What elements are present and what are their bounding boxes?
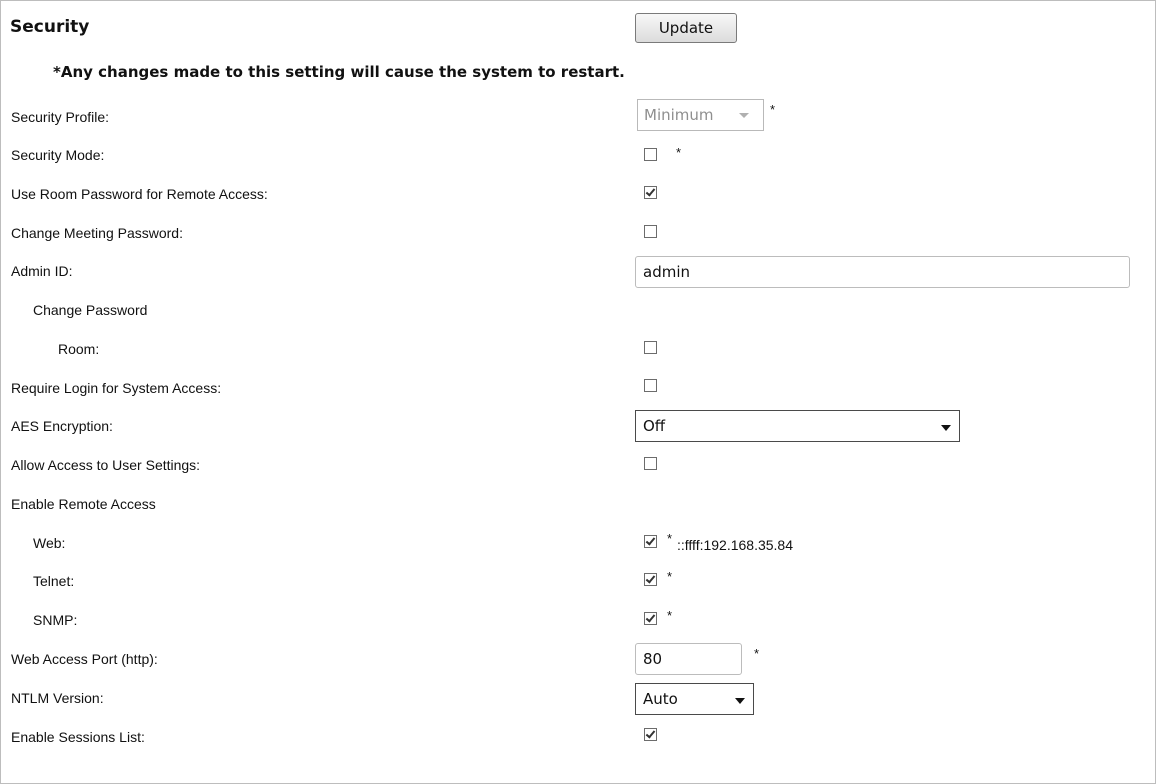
security-panel: Security Update *Any changes made to thi… [0, 0, 1156, 784]
aes-encryption-value: Off [643, 417, 666, 435]
required-marker: * [676, 145, 682, 160]
require-login-checkbox[interactable] [644, 379, 657, 392]
ntlm-version-value: Auto [643, 690, 678, 708]
enable-remote-access-heading: Enable Remote Access [11, 496, 156, 512]
telnet-access-checkbox[interactable] [644, 573, 657, 586]
required-marker: * [754, 646, 760, 661]
change-password-heading: Change Password [33, 302, 148, 318]
room-password-checkbox[interactable] [644, 341, 657, 354]
chevron-down-icon [739, 113, 749, 118]
allow-user-settings-checkbox[interactable] [644, 457, 657, 470]
telnet-label: Telnet: [33, 573, 75, 589]
room-label: Room: [58, 341, 100, 357]
aes-encryption-select[interactable]: Off [635, 410, 960, 442]
web-ip-address: ::ffff:192.168.35.84 [677, 537, 793, 553]
web-label: Web: [33, 535, 66, 551]
admin-id-input[interactable]: admin [635, 256, 1130, 288]
ntlm-version-label: NTLM Version: [11, 690, 104, 706]
security-mode-checkbox[interactable] [644, 148, 657, 161]
restart-notice: *Any changes made to this setting will c… [53, 63, 625, 81]
chevron-down-icon [941, 425, 951, 431]
chevron-down-icon [735, 698, 745, 704]
room-password-remote-checkbox[interactable] [644, 186, 657, 199]
security-profile-value: Minimum [644, 106, 714, 124]
required-marker: * [667, 608, 673, 623]
web-access-checkbox[interactable] [644, 535, 657, 548]
require-login-label: Require Login for System Access: [11, 380, 222, 396]
required-marker: * [770, 102, 776, 117]
security-mode-label: Security Mode: [11, 147, 105, 163]
enable-sessions-list-checkbox[interactable] [644, 728, 657, 741]
enable-sessions-list-label: Enable Sessions List: [11, 729, 145, 745]
page-title: Security [10, 17, 90, 37]
web-access-port-input[interactable]: 80 [635, 643, 742, 675]
admin-id-label: Admin ID: [11, 263, 73, 279]
room-password-remote-label: Use Room Password for Remote Access: [11, 186, 268, 202]
allow-user-settings-label: Allow Access to User Settings: [11, 457, 201, 473]
ntlm-version-select[interactable]: Auto [635, 683, 754, 715]
snmp-access-checkbox[interactable] [644, 612, 657, 625]
web-access-port-label: Web Access Port (http): [11, 651, 158, 667]
change-meeting-password-checkbox[interactable] [644, 225, 657, 238]
security-profile-label: Security Profile: [11, 109, 110, 125]
required-marker: * [667, 569, 673, 584]
aes-encryption-label: AES Encryption: [11, 418, 113, 434]
change-meeting-password-label: Change Meeting Password: [11, 225, 183, 241]
update-button[interactable]: Update [635, 13, 737, 43]
snmp-label: SNMP: [33, 612, 78, 628]
required-marker: * [667, 531, 673, 546]
security-profile-select: Minimum [637, 99, 764, 131]
